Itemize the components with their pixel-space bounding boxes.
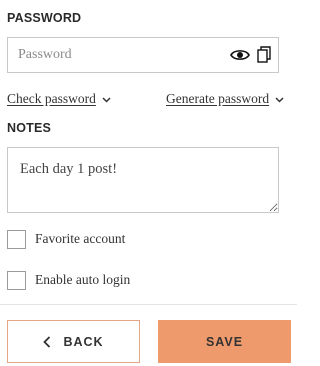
chevron-down-icon <box>275 97 284 103</box>
check-password-link[interactable]: Check password <box>7 91 111 107</box>
auto-login-checkbox[interactable] <box>7 270 26 290</box>
save-button[interactable]: SAVE <box>158 320 291 363</box>
footer-divider <box>0 304 297 305</box>
save-button-label: SAVE <box>205 334 244 349</box>
check-password-label: Check password <box>7 91 96 106</box>
password-input[interactable] <box>8 38 218 72</box>
notes-textarea[interactable]: Each day 1 post! <box>7 147 279 213</box>
back-button-label: BACK <box>63 334 104 349</box>
back-button[interactable]: BACK <box>7 320 140 363</box>
copy-icon[interactable] <box>257 46 271 64</box>
password-section-title: PASSWORD <box>7 11 82 25</box>
chevron-down-icon <box>102 97 111 103</box>
chevron-left-icon <box>43 335 51 348</box>
notes-section-title: NOTES <box>7 121 52 135</box>
favorite-account-checkbox[interactable] <box>7 229 26 249</box>
auto-login-label: Enable auto login <box>35 272 131 287</box>
favorite-account-option[interactable]: Favorite account <box>7 229 125 249</box>
auto-login-option[interactable]: Enable auto login <box>7 270 130 290</box>
eye-icon[interactable] <box>230 48 250 62</box>
favorite-account-label: Favorite account <box>35 231 126 246</box>
generate-password-link[interactable]: Generate password <box>166 91 284 107</box>
generate-password-label: Generate password <box>166 91 270 106</box>
password-field[interactable] <box>7 37 279 73</box>
